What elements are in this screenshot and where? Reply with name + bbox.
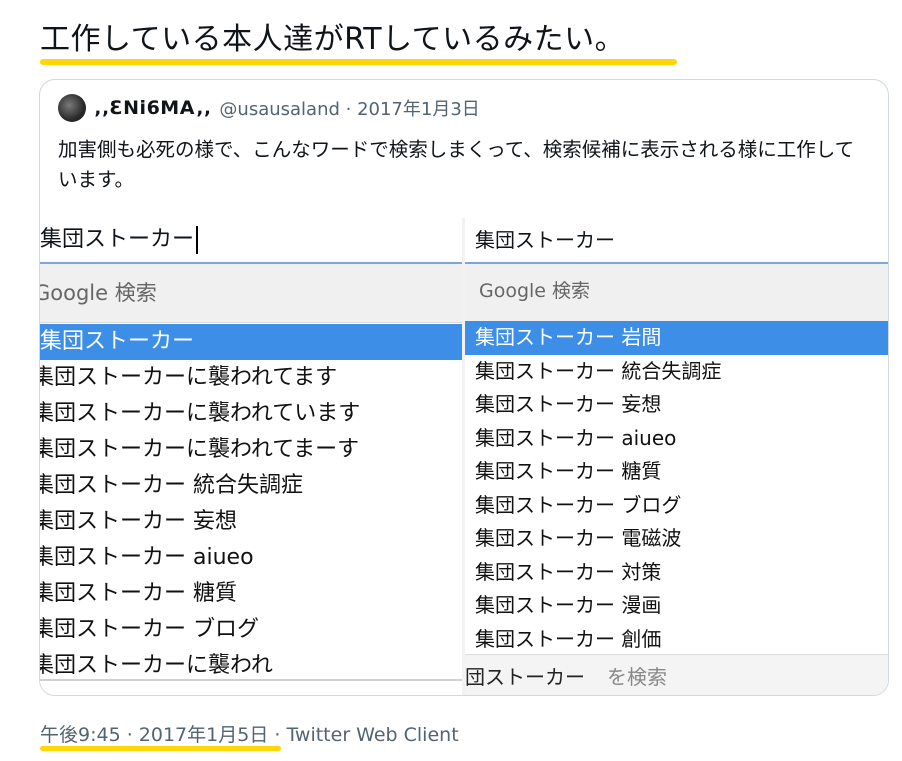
suggestion-list: 集団ストーカー 岩間 集団ストーカー 統合失調症 集団ストーカー 妄想 集団スト… bbox=[465, 321, 888, 656]
suggestion-item: 集団ストーカーに襲われています bbox=[40, 401, 361, 426]
search-for-suffix: を検索 bbox=[607, 665, 667, 689]
panel-divider bbox=[40, 679, 462, 681]
quoted-tweet-header: ‚‚ƐNi6MA‚‚ @usausaland · 2017年1月3日 bbox=[58, 93, 480, 123]
suggestion-item: 集団ストーカー 糖質 bbox=[475, 459, 662, 483]
suggestion-item: 集団ストーカーに襲われてまーす bbox=[40, 437, 360, 462]
tweet-text: 工作している本人達がRTしているみたい。 bbox=[40, 22, 626, 57]
timestamp-highlight bbox=[40, 746, 281, 751]
suggestion-item: 集団ストーカー 妄想 bbox=[40, 509, 237, 534]
tweet-metadata: 午後9:45 · 2017年1月5日 · Twitter Web Client bbox=[40, 720, 459, 747]
suggestion-item: 集団ストーカー 妄想 bbox=[475, 392, 662, 416]
suggestion-item: 集団ストーカー ブログ bbox=[40, 617, 259, 642]
search-for-query: 団ストーカー bbox=[465, 665, 585, 689]
search-input: 集団ストーカー bbox=[465, 218, 888, 264]
tweet-client[interactable]: Twitter Web Client bbox=[286, 724, 458, 746]
suggestion-item: 集団ストーカー ブログ bbox=[475, 492, 682, 517]
tweet-timestamp[interactable]: 午後9:45 · 2017年1月5日 bbox=[40, 724, 268, 746]
autocomplete-panel-right: 集団ストーカー Google 検索 集団ストーカー 岩間 集団ストーカー 統合失… bbox=[465, 218, 888, 695]
search-for-row: 団ストーカー を検索 bbox=[465, 654, 888, 695]
suggestion-item: 集団ストーカー 漫画 bbox=[475, 593, 662, 617]
suggestion-item: 集団ストーカー 岩間 bbox=[465, 321, 888, 355]
suggestion-item: 集団ストーカー aiueo bbox=[40, 545, 254, 570]
suggestion-item: 集団ストーカー 統合失調症 bbox=[475, 358, 722, 383]
suggestion-item: 集団ストーカーに襲われてます bbox=[40, 365, 338, 390]
search-input: 集団ストーカー bbox=[40, 218, 462, 264]
quoted-tweet-body: 加害側も必死の様で、こんなワードで検索しまくって、検索候補に表示される様に工作し… bbox=[58, 138, 855, 191]
quoted-tweet-card[interactable]: ‚‚ƐNi6MA‚‚ @usausaland · 2017年1月3日 加害側も必… bbox=[39, 79, 889, 696]
tweet-text-highlight bbox=[40, 59, 677, 65]
google-search-option: Google 検索 bbox=[465, 264, 888, 323]
suggestion-item: 集団ストーカー bbox=[40, 324, 462, 360]
suggestion-item: 集団ストーカー 統合失調症 bbox=[40, 473, 303, 498]
search-query-text: 集団ストーカー bbox=[475, 228, 615, 252]
suggestion-item: 集団ストーカー aiueo bbox=[475, 425, 677, 450]
suggestion-item: 集団ストーカー 糖質 bbox=[40, 581, 237, 606]
suggestion-item: 集団ストーカー 対策 bbox=[475, 559, 662, 584]
google-search-option: Google 検索 bbox=[40, 264, 462, 323]
suggestion-item: 集団ストーカー 創価 bbox=[475, 626, 662, 651]
avatar[interactable] bbox=[58, 94, 86, 122]
suggestion-item: 集団ストーカー 電磁波 bbox=[475, 526, 682, 550]
quoted-display-name[interactable]: ‚‚ƐNi6MA‚‚ bbox=[94, 97, 211, 119]
attached-screenshot[interactable]: 集団ストーカー Google 検索 集団ストーカー 集団ストーカーに襲われてます… bbox=[40, 218, 888, 695]
suggestion-list: 集団ストーカー 集団ストーカーに襲われてます 集団ストーカーに襲われています 集… bbox=[40, 324, 462, 684]
meta-separator: · bbox=[268, 724, 287, 746]
autocomplete-panel-left: 集団ストーカー Google 検索 集団ストーカー 集団ストーカーに襲われてます… bbox=[40, 218, 462, 695]
text-caret bbox=[196, 226, 199, 254]
search-query-text: 集団ストーカー bbox=[40, 227, 195, 252]
quoted-handle-date[interactable]: @usausaland · 2017年1月3日 bbox=[219, 95, 479, 121]
